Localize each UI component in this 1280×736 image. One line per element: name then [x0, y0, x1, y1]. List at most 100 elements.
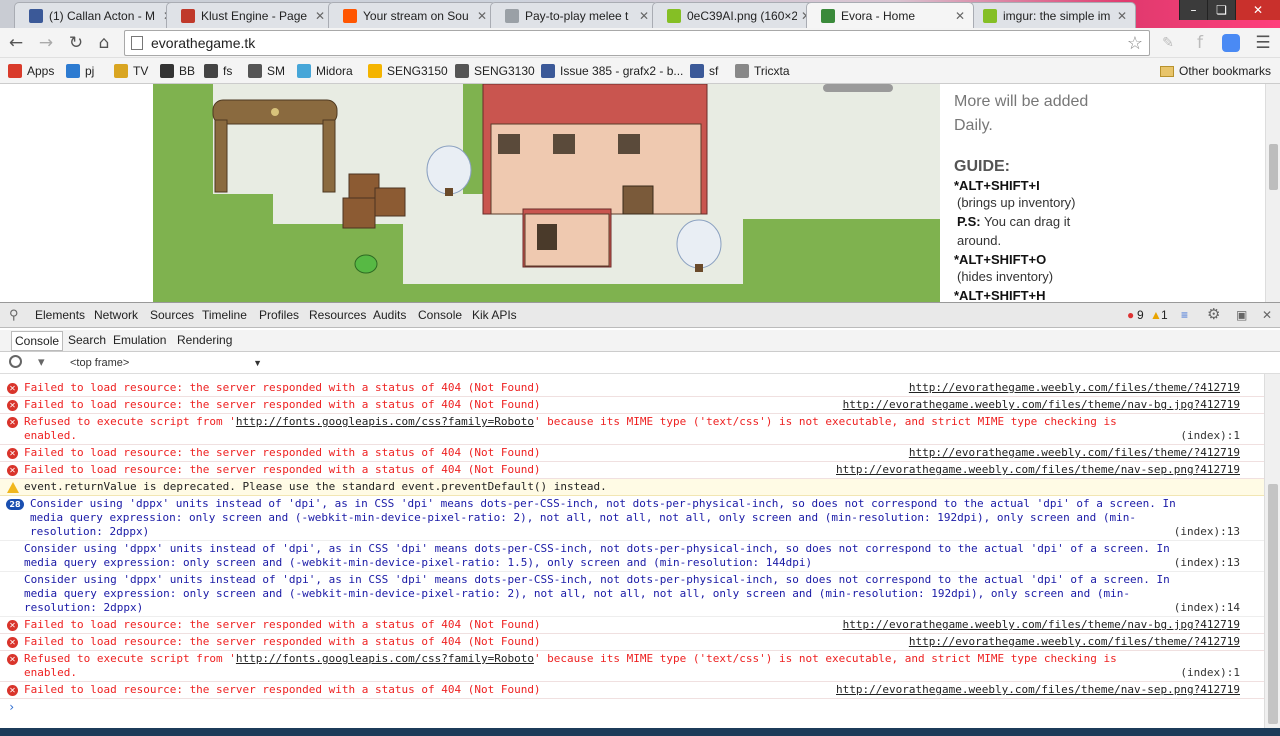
bookmark-item[interactable]: Issue 385 - grafx2 - b... — [541, 62, 683, 80]
tab-close-icon[interactable]: ✕ — [639, 9, 649, 23]
browser-tab[interactable]: Pay-to-play melee t ✕ — [490, 2, 658, 28]
close-window-button[interactable]: ✕ — [1235, 0, 1280, 20]
extension-cloud-icon[interactable] — [1219, 31, 1243, 55]
drawer-tab[interactable]: Search — [68, 333, 106, 347]
bookmark-item[interactable]: TV — [114, 62, 148, 80]
source-link[interactable]: (index):13 — [1174, 525, 1240, 539]
devtools-tab[interactable]: Profiles — [259, 308, 299, 322]
drawer-tab[interactable]: Console — [11, 331, 64, 351]
devtools-tab[interactable]: Elements — [35, 308, 85, 322]
source-link[interactable]: http://evorathegame.weebly.com/files/the… — [909, 381, 1240, 395]
source-link[interactable]: (index):1 — [1180, 666, 1240, 680]
scroll-thumb[interactable] — [1268, 484, 1278, 724]
menu-icon[interactable]: ☰ — [1251, 31, 1275, 55]
tab-close-icon[interactable]: ✕ — [955, 9, 965, 23]
bookmark-item[interactable]: Apps — [8, 62, 54, 80]
page-scrollbar[interactable] — [1265, 84, 1280, 302]
source-link[interactable]: (index):13 — [1174, 556, 1240, 570]
filter-icon[interactable]: ▾ — [38, 354, 45, 370]
bookmark-item[interactable]: SM — [248, 62, 285, 80]
tab-close-icon[interactable]: ✕ — [477, 9, 487, 23]
folder-icon — [1160, 65, 1174, 77]
scroll-thumb[interactable] — [1269, 144, 1278, 190]
console-output[interactable]: ✕ Failed to load resource: the server res… — [0, 374, 1264, 728]
devtools-tab[interactable]: Sources — [150, 308, 194, 322]
browser-tab[interactable]: Klust Engine - Page ✕ — [166, 2, 334, 28]
home-button[interactable]: ⌂ — [92, 31, 116, 55]
guide-title: GUIDE: — [954, 158, 1010, 175]
devtools-tab[interactable]: Resources — [309, 308, 366, 322]
reload-button[interactable]: ↻ — [64, 31, 88, 55]
tab-favicon-icon — [505, 8, 519, 23]
source-link[interactable]: http://evorathegame.weebly.com/files/the… — [843, 398, 1240, 412]
os-taskbar — [0, 728, 1280, 736]
forward-button[interactable]: → — [34, 31, 58, 55]
bookmark-item[interactable]: sf — [690, 62, 718, 80]
devtools-tab[interactable]: Kik APIs — [472, 308, 517, 322]
devtools-tab[interactable]: Network — [94, 308, 138, 322]
bookmark-label: Apps — [27, 64, 55, 78]
browser-tab[interactable]: Evora - Home ✕ — [806, 2, 974, 28]
bookmark-item[interactable]: Tricxta — [735, 62, 790, 80]
bookmark-label: sf — [709, 64, 719, 78]
other-bookmarks[interactable]: Other bookmarks — [1160, 62, 1271, 80]
error-icon: ✕ — [7, 685, 18, 696]
close-devtools-icon[interactable]: ✕ — [1262, 308, 1272, 322]
inspect-icon[interactable]: ⚲ — [9, 307, 19, 323]
msg-part: Refused to execute script from ' — [24, 415, 236, 428]
browser-tab[interactable]: (1) Callan Acton - M✕ — [14, 2, 182, 28]
bookmark-item[interactable]: SENG3130 — [455, 62, 535, 80]
dock-icon[interactable]: ▣ — [1236, 308, 1247, 322]
console-prompt[interactable]: › — [8, 700, 15, 714]
error-count-icon[interactable]: ● — [1127, 308, 1134, 322]
console-message-text: Consider using 'dppx' units instead of '… — [30, 497, 1176, 538]
bookmark-star-icon[interactable]: ☆ — [1127, 33, 1143, 54]
devtools-tab[interactable]: Console — [418, 308, 462, 322]
frame-selector[interactable]: <top frame> ▼ — [62, 354, 266, 372]
guide-shortcut: *ALT+SHIFT+H — [954, 288, 1046, 302]
bookmark-item[interactable]: fs — [204, 62, 232, 80]
devtools-tab[interactable]: Timeline — [202, 308, 247, 322]
extension-pen-icon[interactable]: ✎ — [1156, 31, 1180, 55]
drawer-toggle-icon[interactable]: ≡ — [1181, 308, 1188, 322]
source-link[interactable]: (index):14 — [1174, 601, 1240, 615]
game-scene — [153, 84, 940, 302]
bookmark-favicon-icon — [735, 64, 749, 78]
browser-tab[interactable]: 0eC39AI.png (160×2✕ — [652, 2, 820, 28]
bookmark-item[interactable]: BB — [160, 62, 195, 80]
maximize-button[interactable]: ❏ — [1207, 0, 1235, 20]
back-button[interactable]: ← — [4, 31, 28, 55]
source-link[interactable]: http://evorathegame.weebly.com/files/the… — [836, 683, 1240, 697]
error-count[interactable]: 9 — [1137, 308, 1144, 322]
tab-close-icon[interactable]: ✕ — [315, 9, 325, 23]
error-icon: ✕ — [7, 654, 18, 665]
browser-tab[interactable]: imgur: the simple im ✕ — [968, 2, 1136, 28]
drawer-tab[interactable]: Emulation — [113, 333, 166, 347]
message-link[interactable]: http://fonts.googleapis.com/css?family=R… — [236, 652, 534, 665]
warning-count[interactable]: 1 — [1161, 308, 1168, 322]
bookmark-label: SENG3130 — [474, 64, 535, 78]
bookmark-item[interactable]: SENG3150 — [368, 62, 448, 80]
source-link[interactable]: (index):1 — [1180, 429, 1240, 443]
source-link[interactable]: http://evorathegame.weebly.com/files/the… — [909, 446, 1240, 460]
bookmark-label: Tricxta — [754, 64, 790, 78]
minimize-button[interactable]: – — [1179, 0, 1207, 20]
tab-title: 0eC39AI.png (160×2 — [687, 8, 797, 23]
drawer-tab[interactable]: Rendering — [177, 333, 232, 347]
error-icon: ✕ — [7, 637, 18, 648]
address-bar[interactable]: evorathegame.tk ☆ — [124, 30, 1150, 56]
source-link[interactable]: http://evorathegame.weebly.com/files/the… — [909, 635, 1240, 649]
source-link[interactable]: http://evorathegame.weebly.com/files/the… — [843, 618, 1240, 632]
message-link[interactable]: http://fonts.googleapis.com/css?family=R… — [236, 415, 534, 428]
bookmark-item[interactable]: pj — [66, 62, 94, 80]
bookmark-item[interactable]: Midora — [297, 62, 353, 80]
game-canvas[interactable] — [153, 84, 940, 302]
settings-gear-icon[interactable]: ⚙ — [1207, 305, 1220, 323]
clear-console-icon[interactable] — [9, 355, 22, 368]
source-link[interactable]: http://evorathegame.weebly.com/files/the… — [836, 463, 1240, 477]
console-scrollbar[interactable] — [1264, 374, 1280, 728]
devtools-tab[interactable]: Audits — [373, 308, 406, 322]
browser-tab[interactable]: Your stream on Sou ✕ — [328, 2, 496, 28]
extension-facebook-icon[interactable]: f — [1188, 31, 1212, 55]
tab-close-icon[interactable]: ✕ — [1117, 9, 1127, 23]
